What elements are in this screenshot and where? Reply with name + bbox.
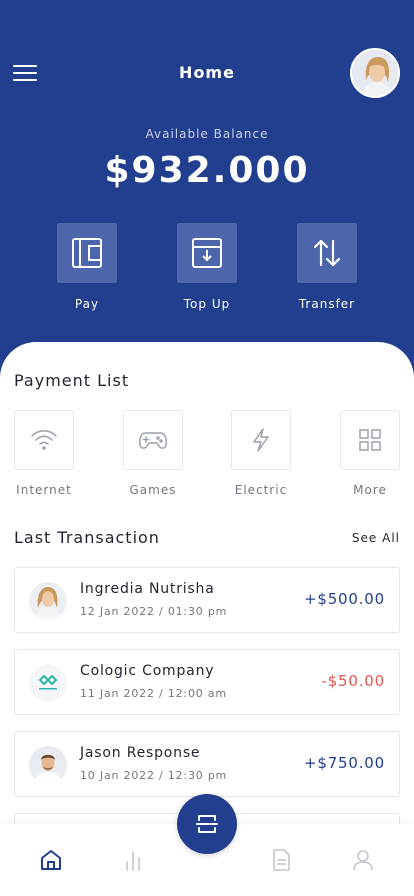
payment-item-more[interactable]: More bbox=[340, 410, 400, 497]
lightning-icon bbox=[253, 428, 269, 452]
transaction-amount: +$500.00 bbox=[304, 590, 385, 608]
wallet-icon bbox=[72, 238, 102, 268]
transfer-label: Transfer bbox=[298, 297, 356, 311]
transaction-avatar bbox=[29, 746, 67, 784]
balance-value: $932.000 bbox=[104, 150, 310, 191]
transaction-amount: +$750.00 bbox=[304, 754, 385, 772]
top-up-button[interactable]: Top Up bbox=[167, 223, 247, 311]
payment-item-label: More bbox=[353, 483, 387, 497]
balance-label: Available Balance bbox=[145, 127, 269, 141]
pay-button[interactable]: Pay bbox=[47, 223, 127, 311]
company-logo bbox=[29, 664, 67, 702]
transfer-arrows-icon bbox=[313, 239, 341, 267]
stats-icon[interactable] bbox=[121, 848, 145, 872]
transaction-row[interactable]: Jason Response 10 Jan 2022 / 12:30 pm +$… bbox=[14, 731, 400, 797]
gamepad-icon bbox=[139, 432, 167, 449]
profile-icon[interactable] bbox=[351, 848, 375, 872]
transaction-name: Cologic Company bbox=[80, 663, 215, 679]
payment-list-title: Payment List bbox=[14, 371, 130, 390]
scan-button[interactable] bbox=[177, 794, 237, 854]
payment-item-label: Electric bbox=[234, 483, 288, 497]
transaction-row[interactable]: Cologic Company 11 Jan 2022 / 12:00 am -… bbox=[14, 649, 400, 715]
pay-label: Pay bbox=[74, 297, 100, 311]
transaction-name: Ingredia Nutrisha bbox=[80, 581, 215, 597]
see-all-link[interactable]: See All bbox=[352, 531, 400, 545]
transaction-date: 12 Jan 2022 / 01:30 pm bbox=[80, 605, 228, 618]
payment-item-label: Games bbox=[129, 483, 177, 497]
transaction-avatar bbox=[29, 582, 67, 620]
payment-item-internet[interactable]: Internet bbox=[14, 410, 74, 497]
scan-icon bbox=[196, 815, 218, 833]
header: Home Available Balance $932.000 Pay Top … bbox=[0, 0, 414, 380]
home-icon[interactable] bbox=[39, 848, 63, 872]
top-up-icon bbox=[192, 238, 222, 268]
grid-icon bbox=[359, 429, 381, 451]
transaction-amount: -$50.00 bbox=[321, 672, 385, 690]
last-transaction-title: Last Transaction bbox=[14, 528, 160, 547]
transaction-date: 10 Jan 2022 / 12:30 pm bbox=[80, 769, 228, 782]
profile-avatar[interactable] bbox=[350, 48, 400, 98]
top-up-label: Top Up bbox=[183, 297, 231, 311]
transaction-row[interactable]: Ingredia Nutrisha 12 Jan 2022 / 01:30 pm… bbox=[14, 567, 400, 633]
document-icon[interactable] bbox=[269, 848, 293, 872]
payment-item-games[interactable]: Games bbox=[123, 410, 183, 497]
wifi-icon bbox=[31, 430, 57, 450]
transaction-date: 11 Jan 2022 / 12:00 am bbox=[80, 687, 227, 700]
payment-item-electric[interactable]: Electric bbox=[231, 410, 291, 497]
transaction-name: Jason Response bbox=[80, 745, 201, 761]
transfer-button[interactable]: Transfer bbox=[287, 223, 367, 311]
payment-item-label: Internet bbox=[16, 483, 72, 497]
